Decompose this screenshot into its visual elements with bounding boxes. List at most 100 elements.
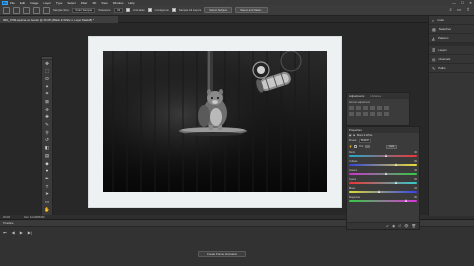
brush-tool-icon[interactable]: ✎ [42,122,52,130]
slider-track[interactable] [349,198,417,202]
slider-value[interactable]: 60 [414,160,417,163]
exposure-icon[interactable] [370,106,375,110]
squirrel-photo[interactable] [103,51,327,192]
share-icon[interactable]: ⇪ [466,7,470,13]
auto-button[interactable]: Auto [386,144,398,149]
intersect-selection-icon[interactable] [43,6,50,14]
document-tab[interactable]: IMG_0709-squirrel-on-feeder @ 26.6% (Bla… [0,16,118,23]
slider-thumb[interactable] [405,198,408,202]
color-balance-icon[interactable] [349,112,354,116]
slider-thumb[interactable] [395,180,398,184]
menu-file[interactable]: File [10,1,15,5]
menu-select[interactable]: Select [67,1,75,5]
menu-window[interactable]: Window [113,1,124,5]
frame-tool-icon[interactable]: ⊠ [42,98,52,106]
mask-icon[interactable]: ◙ [353,134,355,137]
black-white-icon[interactable] [356,112,361,116]
rectangle-tool-icon[interactable]: ▭ [42,198,52,206]
color-panel-button[interactable]: ◐ Color [429,16,474,25]
gradient-tool-icon[interactable]: ▤ [42,152,52,160]
search-icon[interactable]: ⌕ [449,7,452,13]
clip-to-layer-icon[interactable]: ⬐ [386,224,389,228]
crop-tool-icon[interactable]: ⌗ [42,91,52,99]
menu-image[interactable]: Image [30,1,38,5]
slider-thumb[interactable] [395,162,398,166]
vibrance-icon[interactable] [377,106,382,110]
play-icon[interactable]: ▶ [20,230,23,235]
move-tool-icon[interactable]: ✥ [42,60,52,68]
slider-track[interactable] [349,189,417,193]
history-brush-tool-icon[interactable]: ↺ [42,137,52,145]
slider-track[interactable] [349,162,417,166]
slider-track[interactable] [349,180,417,184]
contiguous-checkbox[interactable] [147,8,152,12]
maximize-icon[interactable]: ☐ [461,1,464,5]
select-and-mask-button[interactable]: Select and Mask... [235,7,269,13]
slider-track[interactable] [349,153,417,157]
sample-size-select[interactable]: Point Sample [72,7,96,13]
pen-tool-icon[interactable]: ✒ [42,175,52,183]
workspace-icon[interactable]: ▭ [457,7,461,13]
levels-icon[interactable] [356,106,361,110]
preset-select[interactable]: Default [358,139,371,143]
slider-value[interactable]: 20 [414,187,417,190]
blur-tool-icon[interactable]: ◆ [42,160,52,168]
first-frame-icon[interactable]: ⏮ [3,230,7,235]
patterns-panel-button[interactable]: ◭ Patterns [429,34,474,43]
menu-filter[interactable]: Filter [81,1,88,5]
slider-thumb[interactable] [378,189,381,193]
slider-value[interactable]: 40 [414,151,417,154]
type-tool-icon[interactable]: T [42,183,52,191]
close-icon[interactable]: ✕ [469,1,472,5]
eraser-tool-icon[interactable]: ◧ [42,145,52,153]
channels-panel-button[interactable]: ◍ Channels [429,55,474,64]
swatches-panel-button[interactable]: ▦ Swatches [429,25,474,34]
libraries-tab[interactable]: Libraries [370,94,381,98]
menu-layer[interactable]: Layer [43,1,51,5]
healing-brush-tool-icon[interactable]: ✚ [42,114,52,122]
subtract-selection-icon[interactable] [33,6,40,14]
sample-all-layers-checkbox[interactable] [171,8,176,12]
delete-icon[interactable]: 🗑 [412,224,416,228]
menu-3d[interactable]: 3D [92,1,96,5]
previous-frame-icon[interactable]: ◀ [12,230,15,235]
create-frame-animation-button[interactable]: Create Frame Animation [198,251,246,257]
slider-track[interactable] [349,171,417,175]
next-frame-icon[interactable]: ▶| [28,230,32,235]
tolerance-input[interactable]: 32 [114,7,124,13]
slider-value[interactable]: 40 [414,169,417,172]
color-lookup-icon[interactable] [377,112,382,116]
menu-view[interactable]: View [101,1,107,5]
invert-icon[interactable] [384,112,389,116]
adjustments-tab[interactable]: Adjustments [349,94,364,98]
path-selection-tool-icon[interactable]: ➤ [42,191,52,199]
tint-checkbox[interactable] [354,145,358,148]
new-selection-icon[interactable] [13,6,20,14]
timeline-tab[interactable]: Timeline [3,221,13,225]
magic-wand-tool-icon[interactable]: ✦ [42,83,52,91]
slider-thumb[interactable] [384,153,387,157]
paths-panel-button[interactable]: ✎ Paths [429,64,474,73]
brightness-contrast-icon[interactable] [349,106,354,110]
curves-icon[interactable] [363,106,368,110]
slider-value[interactable]: 60 [414,178,417,181]
layers-panel-button[interactable]: ≣ Layers [429,46,474,55]
anti-alias-checkbox[interactable] [126,8,131,12]
channel-mixer-icon[interactable] [370,112,375,116]
magic-wand-tool-preset-icon[interactable] [3,6,10,14]
slider-thumb[interactable] [384,171,387,175]
photo-filter-icon[interactable] [363,112,368,116]
target-adjustment-icon[interactable]: ☝ [349,145,352,148]
view-previous-icon[interactable]: ◉ [392,224,395,228]
clone-stamp-tool-icon[interactable]: ⚲ [42,129,52,137]
dodge-tool-icon[interactable]: ● [42,168,52,176]
slider-value[interactable]: 80 [414,196,417,199]
marquee-tool-icon[interactable]: ⬚ [42,68,52,76]
menu-type[interactable]: Type [56,1,63,5]
minimize-icon[interactable]: — [452,1,456,5]
select-subject-button[interactable]: Select Subject [204,7,233,13]
visibility-icon[interactable]: 👁 [404,224,408,228]
eyedropper-tool-icon[interactable]: ⌯ [42,106,52,114]
add-selection-icon[interactable] [23,6,30,14]
hue-saturation-icon[interactable] [384,106,389,110]
